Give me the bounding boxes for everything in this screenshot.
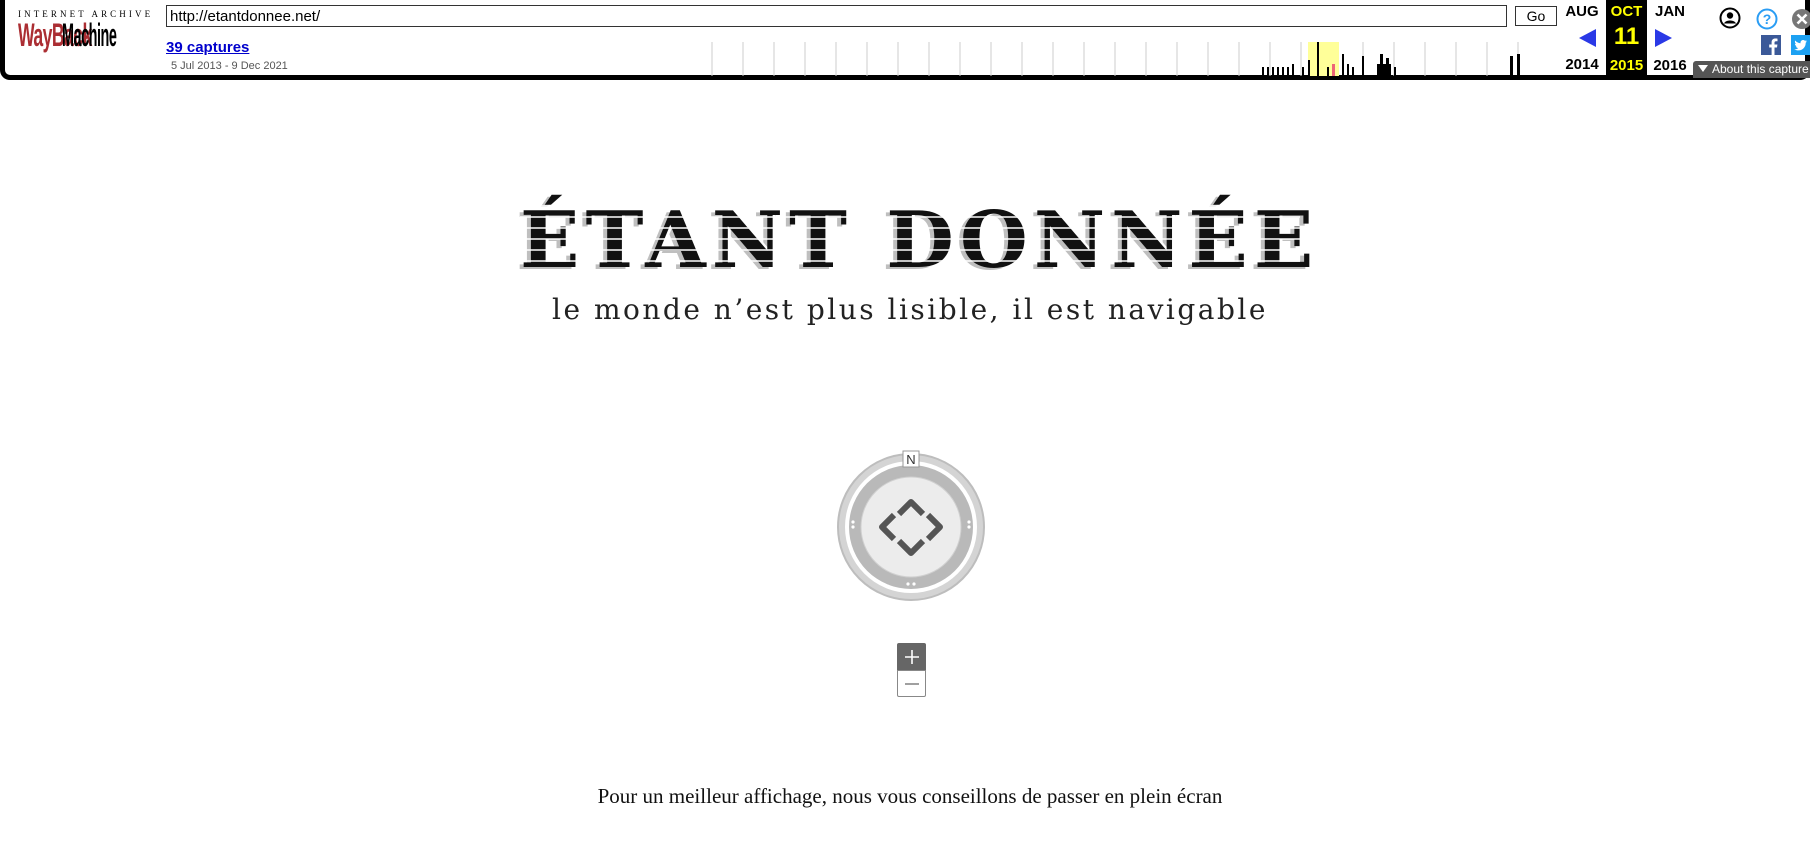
- sparkline-current-capture: [1332, 64, 1335, 76]
- fullscreen-recommendation: Pour un meilleur affichage, nous vous co…: [597, 784, 1223, 808]
- about-capture-dropdown[interactable]: About this capture: [1693, 61, 1810, 78]
- logo-machine-text: Machine: [62, 17, 117, 53]
- wayback-logo[interactable]: INTERNET ARCHIVE WayBack Machine: [18, 9, 153, 65]
- prev-year-label[interactable]: 2014: [1560, 56, 1604, 73]
- svg-text:?: ?: [1763, 11, 1772, 27]
- site-tagline: le monde n’est plus lisible, il est navi…: [552, 293, 1268, 326]
- twitter-share-icon[interactable]: [1791, 35, 1810, 55]
- close-toolbar-icon[interactable]: [1791, 8, 1810, 30]
- next-month-label[interactable]: JAN: [1648, 3, 1692, 20]
- current-day: 11: [1613, 23, 1640, 50]
- site-title: ÉTANT DONNÉE: [520, 196, 1313, 286]
- help-icon[interactable]: ?: [1756, 8, 1778, 30]
- minus-icon: [904, 682, 919, 685]
- url-input[interactable]: [166, 5, 1507, 27]
- facebook-share-icon[interactable]: [1761, 35, 1781, 55]
- site-title-text: ÉTANT DONNÉE: [520, 195, 1320, 286]
- about-capture-label: About this capture: [1712, 62, 1809, 76]
- capture-date-range: 5 Jul 2013 - 9 Dec 2021: [171, 60, 288, 72]
- next-year-label[interactable]: 2016: [1648, 57, 1692, 74]
- zoom-control: [897, 643, 926, 699]
- dropdown-triangle-icon: [1698, 65, 1708, 72]
- current-capture-date: OCT 11 2015: [1606, 0, 1647, 76]
- compass-north-marker[interactable]: N: [902, 450, 920, 468]
- prev-capture-arrow-icon[interactable]: [1579, 29, 1596, 47]
- plus-icon: [904, 649, 919, 664]
- logo-wayback-text: WayBack: [18, 17, 92, 53]
- wayback-toolbar: INTERNET ARCHIVE WayBack Machine Go 39 c…: [0, 0, 1810, 80]
- next-capture-arrow-icon[interactable]: [1655, 29, 1672, 47]
- capture-sparkline[interactable]: [710, 42, 1556, 76]
- current-month: OCT: [1610, 3, 1643, 20]
- go-button[interactable]: Go: [1515, 6, 1557, 26]
- user-account-icon[interactable]: [1719, 7, 1741, 29]
- prev-month-label[interactable]: AUG: [1560, 3, 1604, 20]
- captures-link[interactable]: 39 captures: [166, 39, 249, 56]
- current-year: 2015: [1609, 57, 1644, 74]
- zoom-in-button[interactable]: [897, 643, 926, 670]
- zoom-out-button[interactable]: [897, 670, 926, 697]
- sparkline-year-dividers: [711, 42, 1519, 76]
- navigation-compass[interactable]: N: [836, 450, 986, 602]
- compass-north-label: N: [906, 452, 915, 467]
